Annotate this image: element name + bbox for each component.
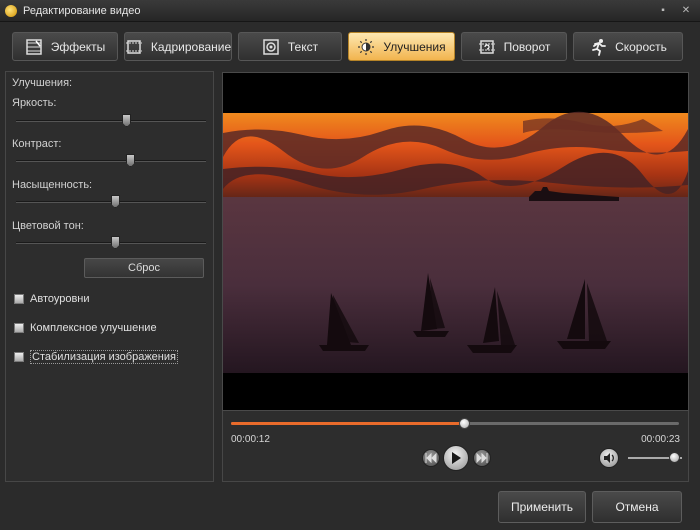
progress-bar[interactable] [231, 418, 679, 429]
checkbox-box[interactable] [14, 323, 24, 333]
window-title: Редактирование видео [23, 4, 141, 17]
player-controls: 00:00:12 00:00:23 [222, 411, 689, 482]
forward-icon [476, 453, 488, 463]
saturation-slider-thumb[interactable] [110, 195, 120, 208]
progress-knob[interactable] [458, 418, 470, 429]
current-time: 00:00:12 [231, 434, 270, 445]
checkbox-label: Стабилизация изображения [30, 350, 178, 364]
minimize-icon[interactable]: ▪ [656, 4, 670, 18]
saturation-slider[interactable] [16, 195, 206, 208]
checkbox-label: Автоуровни [30, 293, 90, 305]
tab-label: Кадрирование [150, 39, 232, 54]
play-button[interactable] [443, 445, 469, 471]
checkbox-box[interactable] [14, 352, 24, 362]
tab-label: Эффекты [50, 39, 106, 54]
tab-label: Текст [287, 39, 319, 54]
rotate-icon [478, 38, 496, 56]
tab-label: Поворот [503, 39, 551, 54]
tab-enhance[interactable]: Улучшения [348, 32, 455, 61]
tab-text[interactable]: Текст [238, 32, 342, 61]
contrast-slider-thumb[interactable] [126, 154, 135, 167]
enhance-sun-icon [357, 38, 375, 56]
tab-label: Скорость [615, 39, 667, 54]
hue-slider[interactable] [16, 236, 206, 249]
volume-slider[interactable] [628, 452, 682, 463]
running-man-icon [589, 38, 607, 56]
brightness-slider[interactable] [16, 114, 206, 127]
brightness-label: Яркость: [12, 97, 57, 109]
contrast-label: Контраст: [12, 138, 62, 150]
app-logo-icon [5, 4, 17, 17]
contrast-slider[interactable] [16, 154, 206, 167]
close-icon[interactable]: ✕ [679, 4, 693, 18]
rewind-icon [425, 453, 437, 463]
cancel-button[interactable]: Отмена [592, 491, 682, 523]
text-icon [262, 38, 280, 56]
rewind-button[interactable] [422, 449, 440, 467]
title-bar: Редактирование видео ▪ ✕ [0, 0, 700, 22]
complex-enhance-checkbox[interactable]: Комплексное улучшение [14, 322, 157, 334]
video-frame-image [223, 73, 688, 410]
saturation-label: Насыщенность: [12, 179, 93, 191]
tab-bar: Эффекты Кадрирование Текст Улучшения Пов… [0, 27, 700, 67]
section-title: Улучшения: [12, 77, 73, 89]
volume-knob[interactable] [668, 452, 680, 463]
auto-levels-checkbox[interactable]: Автоуровни [14, 293, 90, 305]
tab-speed[interactable]: Скорость [573, 32, 683, 61]
hue-slider-thumb[interactable] [110, 236, 120, 249]
total-time: 00:00:23 [641, 434, 680, 445]
apply-button[interactable]: Применить [498, 491, 586, 523]
progress-fill [231, 422, 464, 425]
crop-icon [125, 38, 143, 56]
enhancement-panel: Улучшения: Яркость: Контраст: Насыщеннос… [5, 71, 214, 482]
tab-effects[interactable]: Эффекты [12, 32, 118, 61]
brightness-slider-thumb[interactable] [122, 114, 132, 127]
tab-label: Улучшения [383, 39, 446, 54]
hue-label: Цветовой тон: [12, 220, 84, 232]
forward-button[interactable] [473, 449, 491, 467]
checkbox-label: Комплексное улучшение [30, 322, 157, 334]
play-icon [452, 452, 461, 464]
stabilization-checkbox[interactable]: Стабилизация изображения [14, 350, 178, 364]
speaker-icon [604, 453, 614, 463]
tab-crop[interactable]: Кадрирование [124, 32, 232, 61]
reset-button[interactable]: Сброс [84, 258, 204, 278]
volume-button[interactable] [599, 448, 619, 468]
tab-rotate[interactable]: Поворот [461, 32, 567, 61]
effects-icon [25, 38, 43, 56]
checkbox-box[interactable] [14, 294, 24, 304]
video-preview[interactable] [222, 72, 689, 411]
